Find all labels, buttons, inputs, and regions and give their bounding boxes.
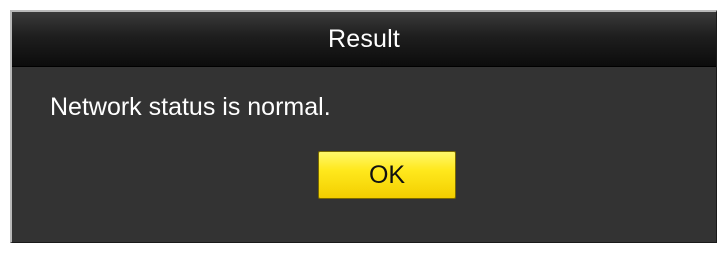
dialog-body: Network status is normal. OK [12,67,716,242]
status-message: Network status is normal. [50,93,331,121]
dialog-titlebar: Result [12,12,716,67]
ok-button[interactable]: OK [318,151,456,199]
dialog-title: Result [327,24,401,53]
ok-button-label: OK [368,160,406,189]
result-dialog: Result Network status is normal. OK [10,10,717,243]
